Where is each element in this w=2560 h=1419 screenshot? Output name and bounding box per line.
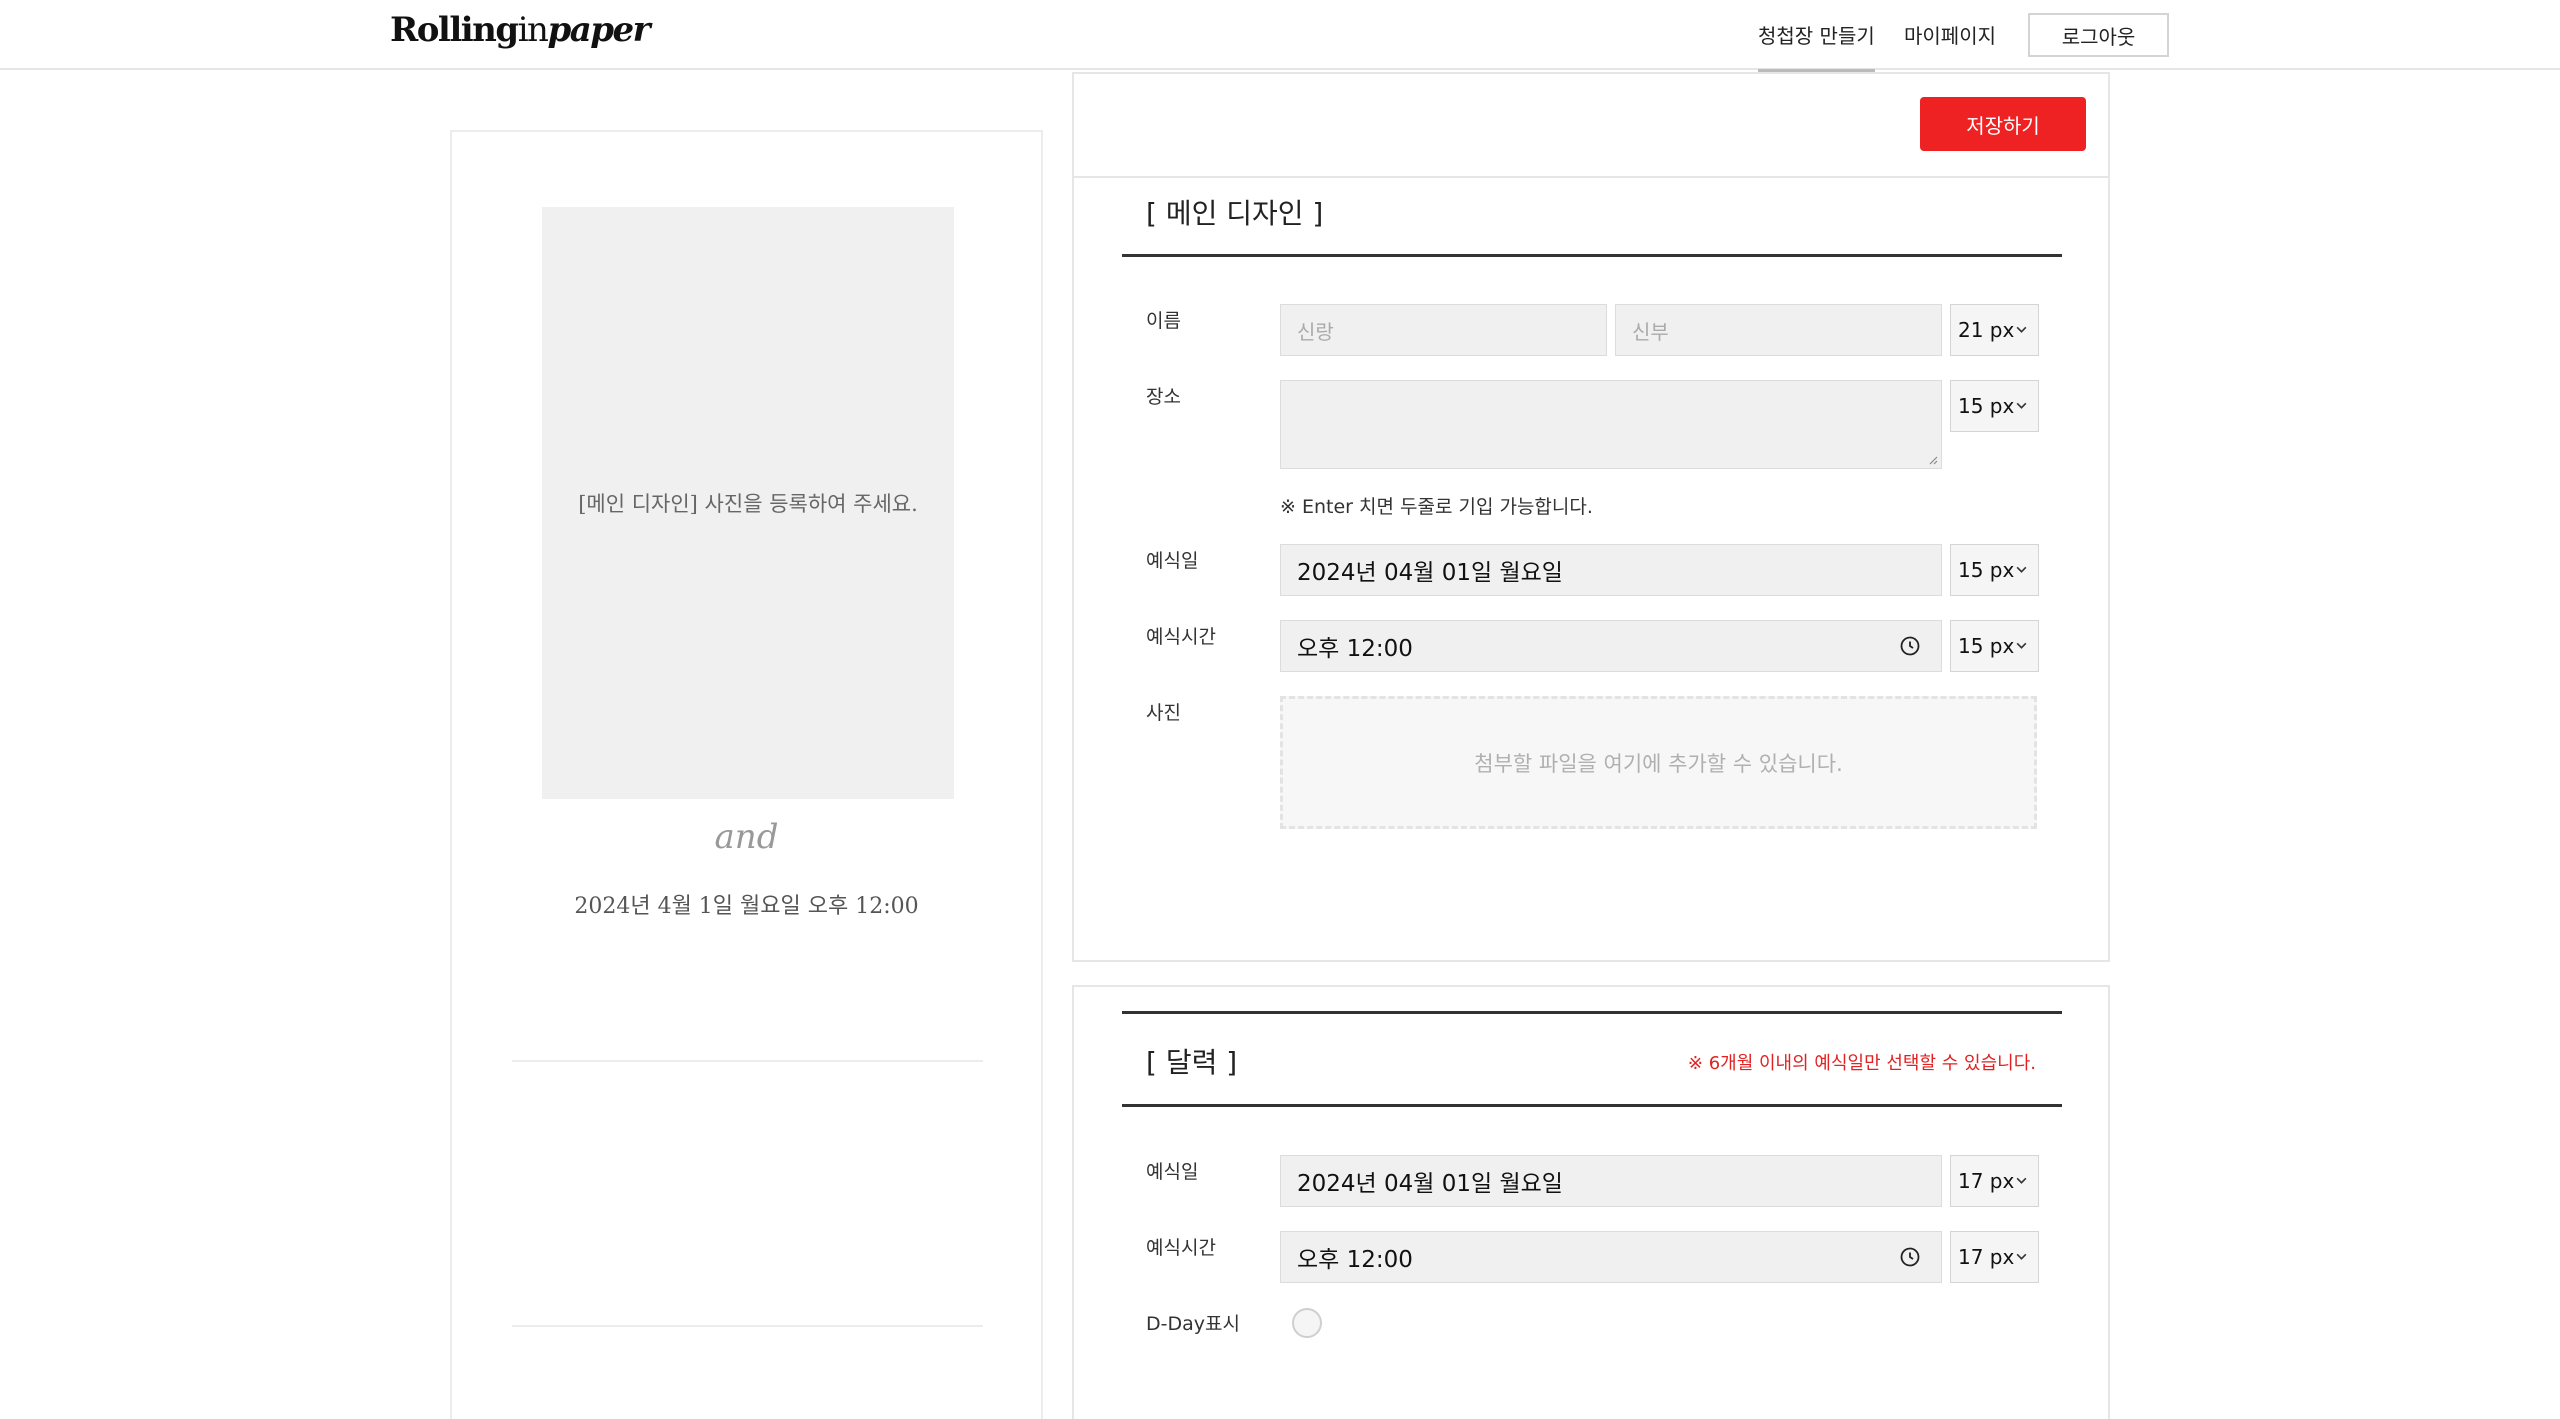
nav-create-invitation[interactable]: 청첩장 만들기	[1758, 20, 1875, 73]
place-font-size-select[interactable]: 15 px	[1950, 380, 2039, 432]
section-title-main-design: [ 메인 디자인 ]	[1146, 197, 1324, 230]
chevron-down-icon	[2016, 402, 2027, 409]
chevron-down-icon	[2016, 1253, 2027, 1260]
invitation-preview: [메인 디자인] 사진을 등록하여 주세요. and 2024년 4월 1일 월…	[450, 130, 1043, 1419]
preview-photo-placeholder: [메인 디자인] 사진을 등록하여 주세요.	[542, 207, 954, 799]
photo-dropzone[interactable]: 첨부할 파일을 여기에 추가할 수 있습니다.	[1280, 696, 2037, 829]
dday-label: D-Day표시	[1146, 1313, 1240, 1335]
wedding-date-label: 예식일	[1146, 550, 1199, 572]
place-textarea[interactable]	[1280, 380, 1942, 469]
clock-icon[interactable]	[1899, 1246, 1921, 1268]
nav-mypage[interactable]: 마이페이지	[1904, 20, 1996, 49]
date-font-size-value: 15 px	[1958, 558, 2015, 582]
calendar-time-font-size-value: 17 px	[1958, 1245, 2015, 1269]
calendar-panel: [ 달력 ] ※ 6개월 이내의 예식일만 선택할 수 있습니다. 예식일 20…	[1072, 985, 2110, 1419]
section-title-calendar: [ 달력 ]	[1146, 1046, 1238, 1079]
resize-grip-icon[interactable]	[1926, 453, 1938, 465]
section-divider	[1122, 1104, 2062, 1107]
name-label: 이름	[1146, 310, 1181, 332]
name-font-size-value: 21 px	[1958, 318, 2015, 342]
logo-in: in	[517, 10, 549, 50]
time-font-size-value: 15 px	[1958, 634, 2015, 658]
calendar-time-value: 오후 12:00	[1297, 1247, 1413, 1273]
chevron-down-icon	[2016, 566, 2027, 573]
preview-date-text: 2024년 4월 1일 월요일 오후 12:00	[574, 894, 919, 919]
place-label: 장소	[1146, 386, 1181, 408]
preview-divider	[512, 1325, 983, 1327]
dday-toggle-radio[interactable]	[1292, 1308, 1322, 1338]
wedding-time-value: 오후 12:00	[1297, 636, 1413, 662]
groom-name-input[interactable]: 신랑	[1280, 304, 1607, 356]
calendar-date-font-size-value: 17 px	[1958, 1169, 2015, 1193]
logo[interactable]: Rollinginpaper	[390, 10, 651, 50]
logo-paper: paper	[547, 10, 650, 50]
preview-divider	[512, 1060, 983, 1062]
calendar-time-font-size-select[interactable]: 17 px	[1950, 1231, 2039, 1283]
wedding-time-label: 예식시간	[1146, 626, 1216, 648]
time-font-size-select[interactable]: 15 px	[1950, 620, 2039, 672]
chevron-down-icon	[2016, 642, 2027, 649]
place-font-size-value: 15 px	[1958, 394, 2015, 418]
wedding-time-input[interactable]: 오후 12:00	[1280, 620, 1942, 672]
save-button[interactable]: 저장하기	[1920, 97, 2086, 151]
enter-hint-text: ※ Enter 치면 두줄로 기입 가능합니다.	[1280, 496, 1593, 518]
top-header: Rollinginpaper 청첩장 만들기 마이페이지 로그아웃	[0, 0, 2560, 73]
photo-dropzone-text: 첨부할 파일을 여기에 추가할 수 있습니다.	[1474, 751, 1843, 776]
bride-name-input[interactable]: 신부	[1615, 304, 1942, 356]
logo-main: Rolling	[390, 10, 519, 50]
calendar-notice: ※ 6개월 이내의 예식일만 선택할 수 있습니다.	[1687, 1053, 2036, 1074]
preview-photo-text: [메인 디자인] 사진을 등록하여 주세요.	[578, 492, 918, 516]
date-font-size-select[interactable]: 15 px	[1950, 544, 2039, 596]
section-top-divider	[1122, 1011, 2062, 1014]
calendar-date-font-size-select[interactable]: 17 px	[1950, 1155, 2039, 1207]
preview-and-text: and	[714, 817, 779, 857]
calendar-date-input[interactable]: 2024년 04월 01일 월요일	[1280, 1155, 1942, 1207]
section-divider	[1122, 254, 2062, 257]
photo-label: 사진	[1146, 702, 1181, 724]
calendar-time-label: 예식시간	[1146, 1237, 1216, 1259]
calendar-date-label: 예식일	[1146, 1161, 1199, 1183]
logout-button[interactable]: 로그아웃	[2028, 13, 2169, 57]
calendar-time-input[interactable]: 오후 12:00	[1280, 1231, 1942, 1283]
chevron-down-icon	[2016, 326, 2027, 333]
editor-toolbar: 저장하기	[1074, 74, 2108, 178]
wedding-date-input[interactable]: 2024년 04월 01일 월요일	[1280, 544, 1942, 596]
chevron-down-icon	[2016, 1177, 2027, 1184]
name-font-size-select[interactable]: 21 px	[1950, 304, 2039, 356]
main-design-panel: 저장하기 [ 메인 디자인 ] 이름 신랑 신부 21 px 장소 15 px …	[1072, 72, 2110, 962]
clock-icon[interactable]	[1899, 635, 1921, 657]
